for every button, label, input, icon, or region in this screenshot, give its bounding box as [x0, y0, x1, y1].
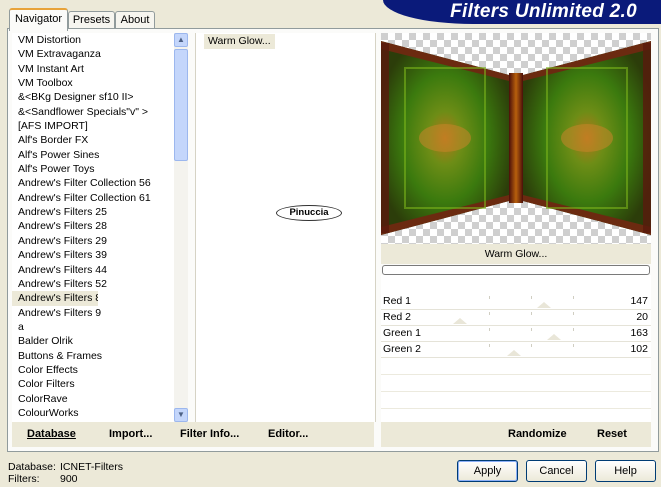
param-value: 102 — [630, 343, 648, 355]
param-row-green1[interactable]: Green 1 163 — [381, 325, 651, 342]
help-button[interactable]: Help — [595, 460, 656, 482]
filter-listbox[interactable]: Warm Glow... Pinuccia — [195, 33, 376, 422]
tab-presets[interactable]: Presets — [68, 11, 115, 29]
filters-label: Filters: — [8, 473, 40, 485]
category-item[interactable]: Balder Olrik — [12, 334, 174, 348]
category-item[interactable]: Color Effects — [12, 363, 174, 377]
banner-title: Filters Unlimited 2.0 — [450, 1, 637, 22]
preview-filter-name: Warm Glow... — [381, 244, 651, 264]
param-row-red2[interactable]: Red 2 20 — [381, 309, 651, 326]
category-list[interactable]: VM Distortion VM Extravaganza VM Instant A… — [12, 33, 174, 422]
slider-thumb-icon[interactable] — [453, 318, 468, 324]
param-slider[interactable] — [447, 309, 615, 325]
preview-image — [381, 33, 651, 244]
category-item[interactable]: a — [12, 320, 174, 334]
slider-tick — [573, 312, 574, 315]
category-item[interactable]: Andrew's Filters 25 — [12, 205, 174, 219]
slider-thumb-icon[interactable] — [536, 302, 551, 308]
param-row-green2[interactable]: Green 2 102 — [381, 341, 651, 358]
category-item[interactable]: Andrew's Filters 39 — [12, 248, 174, 262]
param-label: Green 1 — [383, 327, 421, 339]
param-slider[interactable] — [447, 341, 615, 357]
category-item[interactable]: &<BKg Designer sf10 II> — [12, 90, 174, 104]
category-item[interactable]: ColourWorks — [12, 406, 174, 420]
title-banner: Filters Unlimited 2.0 — [383, 0, 661, 24]
category-item[interactable]: VM Extravaganza — [12, 47, 174, 61]
slider-tick — [531, 296, 532, 299]
param-label: Red 2 — [383, 311, 412, 323]
param-row-red1[interactable]: Red 1 147 — [381, 293, 651, 310]
category-item[interactable]: Color Filters — [12, 377, 174, 391]
slider-tick — [489, 296, 490, 299]
slider-tick — [489, 344, 490, 347]
param-row-empty — [381, 358, 651, 375]
slider-tick — [489, 312, 490, 315]
filter-info-button[interactable]: Filter Info... — [180, 428, 239, 440]
category-item[interactable]: VM Toolbox — [12, 76, 174, 90]
param-slider[interactable] — [447, 325, 615, 341]
category-item[interactable]: Andrew's Filters 44 — [12, 263, 174, 277]
slider-tick — [531, 312, 532, 315]
category-item[interactable]: Andrew's Filters 28 — [12, 219, 174, 233]
slider-tick — [531, 344, 532, 347]
param-value: 147 — [630, 295, 648, 307]
category-scrollbar[interactable]: ▲ ▼ — [174, 33, 188, 422]
filters-count: 900 — [60, 473, 78, 485]
editor-button[interactable]: Editor... — [268, 428, 308, 440]
database-value: ICNET-Filters — [60, 461, 123, 473]
randomize-button[interactable]: Randomize — [508, 428, 567, 440]
param-slider[interactable] — [447, 293, 615, 309]
reset-button[interactable]: Reset — [597, 428, 627, 440]
param-label: Green 2 — [383, 343, 421, 355]
slider-tick — [573, 328, 574, 331]
category-item[interactable]: Andrew's Filters 9 — [12, 306, 174, 320]
category-item[interactable]: Buttons & Frames — [12, 349, 174, 363]
param-value: 20 — [636, 311, 648, 323]
scroll-up-icon[interactable]: ▲ — [174, 33, 188, 47]
slider-tick — [531, 328, 532, 331]
author-logo: Pinuccia — [276, 205, 342, 221]
category-listbox[interactable]: VM Distortion VM Extravaganza VM Instant A… — [12, 33, 188, 422]
category-item[interactable]: ColorRave — [12, 392, 174, 406]
category-item[interactable]: VM Instant Art — [12, 62, 174, 76]
scroll-down-icon[interactable]: ▼ — [174, 408, 188, 422]
param-label: Red 1 — [383, 295, 412, 307]
category-item[interactable]: Andrew's Filters 8 — [12, 291, 98, 306]
filter-item-selected[interactable]: Warm Glow... — [204, 34, 275, 49]
param-row-empty — [381, 392, 651, 409]
parameter-panel: Red 1 147 Red 2 20 Green 1 163 Green 2 1… — [381, 275, 651, 422]
slider-tick — [573, 344, 574, 347]
category-item[interactable]: Alf's Power Sines — [12, 148, 174, 162]
tab-about[interactable]: About — [115, 11, 155, 29]
param-row-empty — [381, 375, 651, 392]
category-item[interactable]: Alf's Border FX — [12, 133, 174, 147]
param-value: 163 — [630, 327, 648, 339]
cancel-button[interactable]: Cancel — [526, 460, 587, 482]
category-item[interactable]: Andrew's Filter Collection 56 — [12, 176, 174, 190]
category-item[interactable]: [AFS IMPORT] — [12, 119, 174, 133]
tab-navigator[interactable]: Navigator — [9, 8, 68, 31]
import-button[interactable]: Import... — [109, 428, 152, 440]
category-item[interactable]: Alf's Power Toys — [12, 162, 174, 176]
category-item[interactable]: Andrew's Filters 52 — [12, 277, 174, 291]
slider-tick — [573, 296, 574, 299]
category-item[interactable]: VM Distortion — [12, 33, 174, 47]
category-item[interactable]: Andrew's Filters 29 — [12, 234, 174, 248]
slider-tick — [489, 328, 490, 331]
database-label: Database: — [8, 461, 56, 473]
slider-thumb-icon[interactable] — [547, 334, 562, 340]
progress-bar — [382, 265, 650, 275]
database-info: Database: ICNET-Filters Filters: 900 — [8, 461, 123, 485]
scrollbar-thumb[interactable] — [174, 49, 188, 161]
category-item[interactable]: &<Sandflower Specials"v" > — [12, 105, 174, 119]
database-button[interactable]: Database — [27, 428, 76, 440]
apply-button[interactable]: Apply — [457, 460, 518, 482]
slider-thumb-icon[interactable] — [507, 350, 522, 356]
category-item[interactable]: Andrew's Filter Collection 61 — [12, 191, 174, 205]
